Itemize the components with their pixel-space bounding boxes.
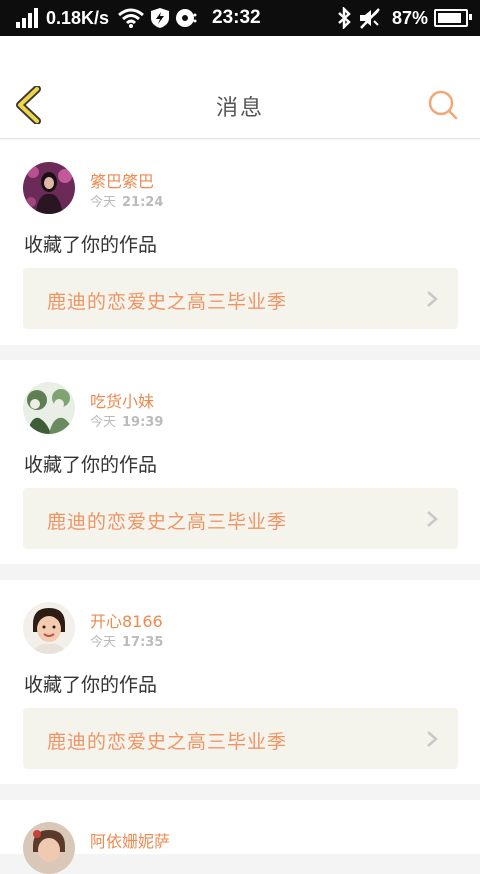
chevron-right-icon [427, 291, 438, 307]
shield-icon [150, 0, 170, 36]
timestamp-day: 今天 [90, 635, 117, 650]
battery-icon [434, 9, 473, 27]
timestamp: 今天 17:35 [90, 631, 163, 650]
sync-icon [174, 0, 198, 36]
timestamp: 今天 19:39 [90, 411, 163, 430]
wifi-icon [118, 0, 144, 36]
app-header: 消息 [0, 36, 480, 139]
avatar[interactable] [23, 602, 75, 654]
action-text: 收藏了你的作品 [24, 234, 158, 256]
page-title: 消息 [215, 96, 264, 121]
work-title: 鹿迪的恋爱史之高三毕业季 [47, 291, 288, 313]
username[interactable]: 开心8166 [90, 608, 163, 632]
username[interactable]: 吃货小妹 [90, 388, 154, 412]
battery-indicator: 87% [392, 0, 473, 36]
clock: 23:32 [212, 7, 261, 28]
timestamp-day: 今天 [90, 415, 117, 430]
work-link[interactable]: 鹿迪的恋爱史之高三毕业季 [23, 488, 458, 549]
timestamp: 今天 21:24 [90, 191, 163, 210]
work-link[interactable]: 鹿迪的恋爱史之高三毕业季 [23, 708, 458, 769]
avatar[interactable] [23, 162, 75, 214]
work-title: 鹿迪的恋爱史之高三毕业季 [47, 731, 288, 753]
avatar[interactable] [23, 382, 75, 434]
timestamp-time: 21:24 [122, 195, 164, 210]
status-bar: 0.18K/s 23:32 87% [0, 0, 480, 36]
action-text: 收藏了你的作品 [24, 674, 158, 696]
signal-icon [16, 0, 40, 36]
search-icon [428, 90, 458, 120]
message-card: 开心8166 今天 17:35 收藏了你的作品 鹿迪的恋爱史之高三毕业季 [0, 580, 480, 784]
timestamp-time: 19:39 [122, 415, 164, 430]
chevron-right-icon [427, 511, 438, 527]
message-card: 綮巴綮巴 今天 21:24 收藏了你的作品 鹿迪的恋爱史之高三毕业季 [0, 140, 480, 345]
message-card: 阿依姗妮萨 [0, 800, 480, 874]
message-card: 吃货小妹 今天 19:39 收藏了你的作品 鹿迪的恋爱史之高三毕业季 [0, 360, 480, 564]
timestamp-time: 17:35 [122, 635, 164, 650]
action-text: 收藏了你的作品 [24, 454, 158, 476]
bluetooth-icon [336, 0, 352, 36]
battery-percent: 87% [392, 7, 429, 28]
avatar[interactable] [23, 822, 75, 874]
username[interactable]: 阿依姗妮萨 [90, 828, 170, 852]
network-speed: 0.18K/s [46, 7, 110, 28]
timestamp-day: 今天 [90, 195, 117, 210]
work-title: 鹿迪的恋爱史之高三毕业季 [47, 511, 288, 533]
mute-icon [358, 0, 382, 36]
chevron-right-icon [427, 731, 438, 747]
work-link[interactable]: 鹿迪的恋爱史之高三毕业季 [23, 268, 458, 329]
username[interactable]: 綮巴綮巴 [90, 168, 154, 192]
search-button[interactable] [426, 88, 460, 122]
